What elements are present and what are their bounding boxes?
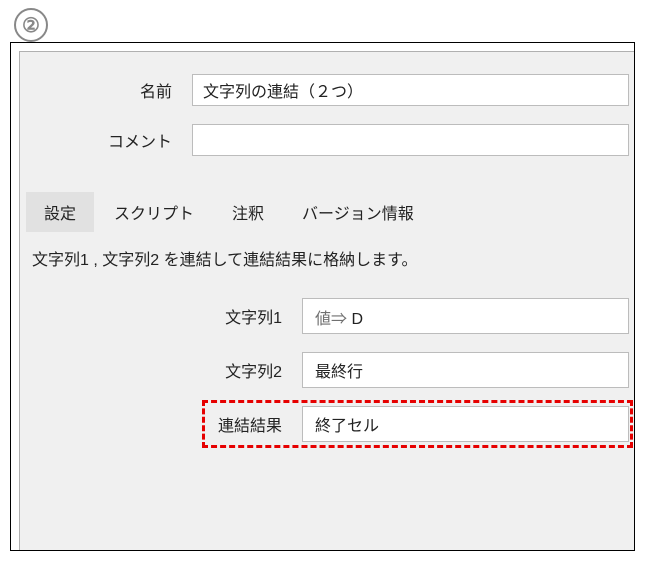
settings-panel: 文字列1 , 文字列2 を連結して連結結果に格納します。 文字列1 値⇒ D 文… (20, 232, 635, 472)
result-label: 連結結果 (32, 412, 302, 436)
string1-input[interactable]: 値⇒ D (302, 298, 629, 334)
value-prefix-icon: 値⇒ (315, 311, 347, 328)
name-row: 名前 (32, 74, 629, 106)
tab-version[interactable]: バージョン情報 (284, 192, 432, 232)
result-input[interactable] (302, 406, 629, 442)
name-label: 名前 (32, 78, 192, 102)
tab-script[interactable]: スクリプト (96, 192, 212, 232)
string1-label: 文字列1 (32, 304, 302, 328)
tab-annotation[interactable]: 注釈 (214, 192, 282, 232)
name-input[interactable] (192, 74, 629, 106)
string1-value: D (351, 311, 363, 328)
comment-input[interactable] (192, 124, 629, 156)
string1-row: 文字列1 値⇒ D (32, 298, 629, 334)
comment-row: コメント (32, 124, 629, 156)
tab-settings[interactable]: 設定 (26, 192, 94, 232)
string2-row: 文字列2 (32, 352, 629, 388)
dialog-panel: 名前 コメント 設定 スクリプト 注釈 バージョン情報 文字列1 , 文字列2 … (19, 51, 635, 551)
tab-bar: 設定 スクリプト 注釈 バージョン情報 (20, 192, 635, 232)
result-row: 連結結果 (32, 406, 629, 442)
panel-description: 文字列1 , 文字列2 を連結して連結結果に格納します。 (32, 246, 629, 270)
string2-label: 文字列2 (32, 358, 302, 382)
string2-input[interactable] (302, 352, 629, 388)
comment-label: コメント (32, 128, 192, 152)
step-badge: ② (14, 8, 48, 42)
screenshot-frame: 名前 コメント 設定 スクリプト 注釈 バージョン情報 文字列1 , 文字列2 … (10, 42, 635, 551)
form-header: 名前 コメント (20, 52, 635, 186)
